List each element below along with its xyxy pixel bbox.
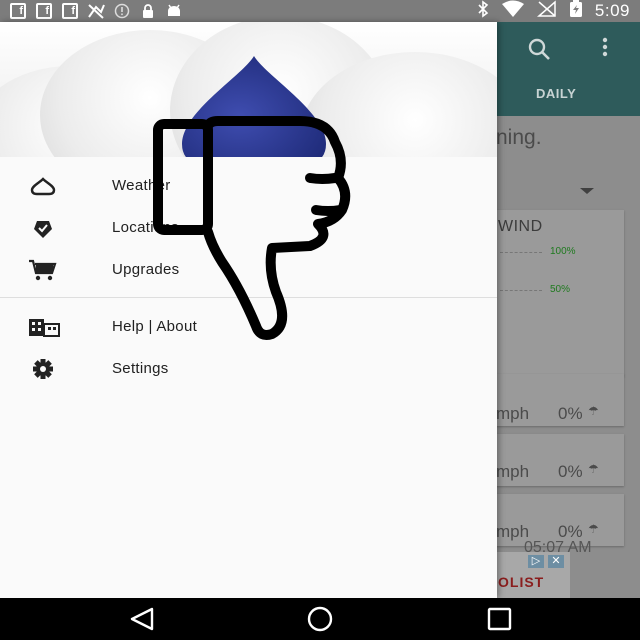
raindrop-icon: [28, 175, 58, 197]
ad-text: OLIST: [498, 574, 545, 590]
grid-line: [500, 252, 542, 253]
location-icon: [28, 217, 58, 239]
umbrella-icon: ☂: [588, 404, 599, 418]
facebook-icon: f: [34, 2, 54, 20]
wind-card: WIND 100% 50%: [496, 210, 624, 376]
grid-line: [500, 290, 542, 291]
tab-daily[interactable]: DAILY: [536, 86, 576, 101]
lock-icon: [138, 2, 158, 20]
android-icon: [164, 2, 184, 20]
wifi-icon: [501, 0, 525, 23]
back-icon[interactable]: [128, 606, 156, 632]
system-icons: 5:09: [477, 0, 630, 22]
wind-pct-high: 100%: [550, 246, 576, 257]
signal-off-icon: [86, 2, 106, 20]
search-icon[interactable]: [526, 36, 552, 67]
wind-pct-mid: 50%: [550, 284, 571, 295]
dropdown-caret-icon[interactable]: [580, 188, 594, 194]
forecast-row[interactable]: mph 0% ☂: [496, 434, 624, 486]
notification-icons: f f f: [8, 2, 184, 20]
building-icon: [28, 316, 60, 338]
close-ad-icon[interactable]: ✕: [548, 555, 564, 568]
thumbs-down-icon: [153, 116, 351, 340]
no-sim-icon: [536, 0, 557, 23]
drawer-item-label: Settings: [112, 360, 169, 377]
facebook-icon: f: [8, 2, 28, 20]
clock: 5:09: [594, 1, 630, 20]
gear-icon: [28, 358, 58, 380]
ad-banner[interactable]: ▷ ✕ OLIST: [496, 552, 570, 598]
umbrella-icon: ☂: [588, 522, 599, 536]
battery-charging-icon: [569, 0, 583, 23]
home-icon[interactable]: [306, 606, 334, 632]
drawer-item-settings[interactable]: Settings: [0, 348, 497, 390]
overflow-menu-icon[interactable]: [600, 36, 610, 65]
wind-value: mph: [496, 404, 530, 423]
cart-icon: [28, 259, 58, 281]
system-nav-bar: [0, 598, 640, 640]
ad-choices-icon[interactable]: ▷: [528, 555, 544, 568]
recents-icon[interactable]: [486, 606, 514, 632]
precip-value: 0%: [558, 462, 583, 481]
facebook-icon: f: [60, 2, 80, 20]
forecast-summary: ning.: [496, 126, 542, 149]
wind-title: WIND: [498, 218, 543, 235]
status-bar: f f f 5:09: [0, 0, 640, 22]
forecast-row[interactable]: mph 0% ☂: [496, 374, 624, 426]
bluetooth-icon: [477, 0, 489, 23]
wind-value: mph: [496, 462, 530, 481]
precip-value: 0%: [558, 404, 583, 423]
umbrella-icon: ☂: [588, 462, 599, 476]
alert-icon: [112, 2, 132, 20]
